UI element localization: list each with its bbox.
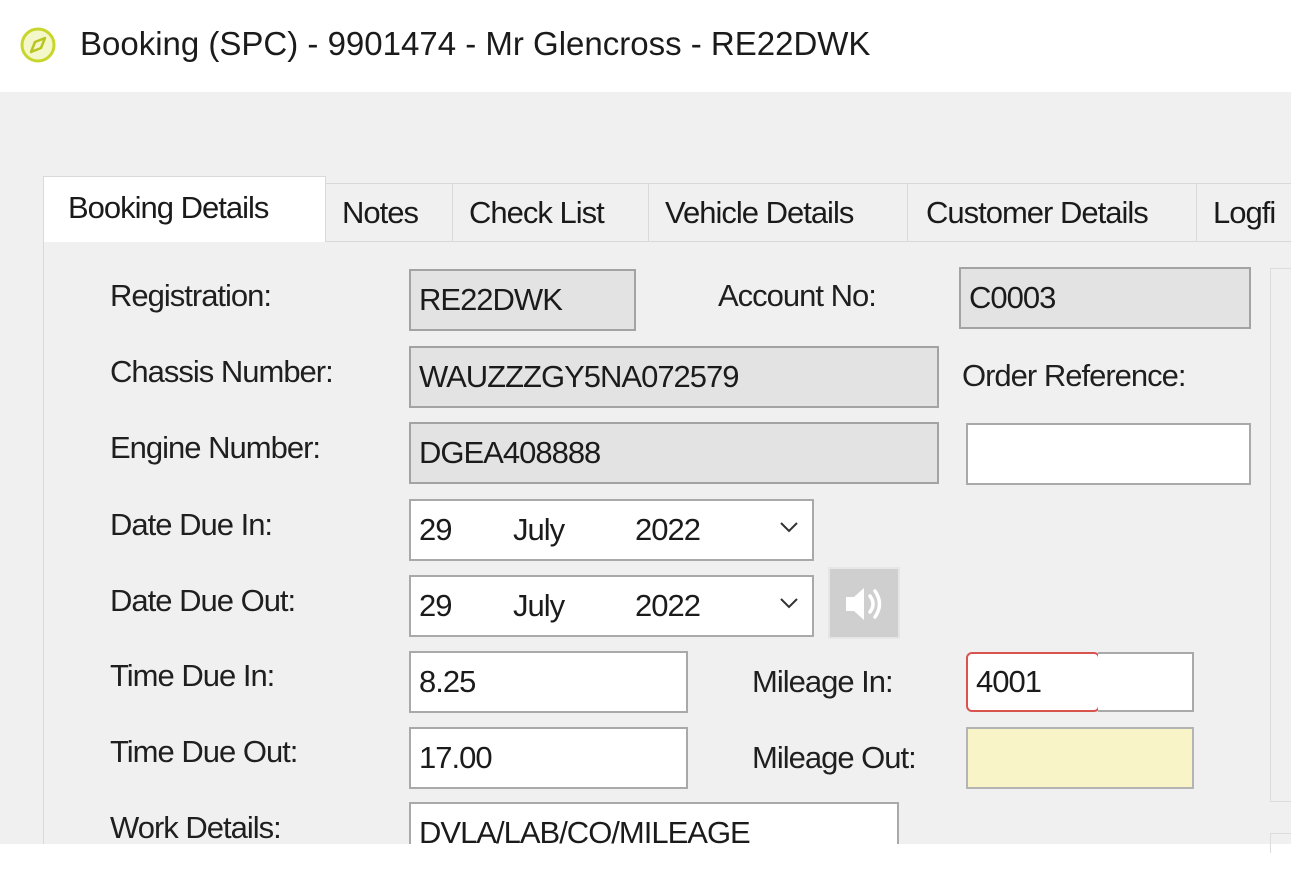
registration-field[interactable]: RE22DWK [409, 269, 636, 331]
date-due-in-label: Date Due In: [110, 507, 273, 542]
time-due-in-field[interactable]: 8.25 [409, 651, 688, 713]
time-due-out-label: Time Due Out: [110, 734, 298, 769]
tab-booking-details[interactable]: Booking Details [43, 176, 326, 242]
chassis-number-label: Chassis Number: [110, 354, 334, 389]
chevron-down-icon[interactable] [778, 595, 800, 611]
right-group-box-lower [1270, 833, 1291, 853]
title-bar: Booking (SPC) - 9901474 - Mr Glencross -… [0, 0, 1291, 92]
bottom-strip [0, 844, 1291, 889]
speaker-icon [846, 588, 882, 620]
tab-notes[interactable]: Notes [325, 183, 453, 241]
date-due-in-month: July [513, 512, 565, 547]
engine-number-label: Engine Number: [110, 430, 321, 465]
date-due-in-day: 29 [419, 512, 452, 547]
engine-number-field[interactable]: DGEA408888 [409, 422, 939, 484]
account-no-field[interactable]: C0003 [959, 267, 1251, 329]
order-reference-label: Order Reference: [962, 358, 1186, 393]
order-reference-input[interactable] [966, 423, 1251, 485]
work-details-label: Work Details: [110, 810, 281, 844]
chevron-down-icon[interactable] [778, 519, 800, 535]
chassis-number-field[interactable]: WAUZZZGY5NA072579 [409, 346, 939, 408]
window-title: Booking (SPC) - 9901474 - Mr Glencross -… [80, 25, 871, 62]
tab-vehicle-details[interactable]: Vehicle Details [648, 183, 908, 241]
date-due-in-picker[interactable]: 29 July 2022 [409, 499, 814, 561]
tab-check-list[interactable]: Check List [452, 183, 649, 241]
date-due-out-label: Date Due Out: [110, 583, 296, 618]
tab-logfile[interactable]: Logfi [1196, 183, 1291, 241]
registration-label: Registration: [110, 278, 272, 313]
speaker-button[interactable] [828, 567, 900, 639]
mileage-in-field-extension [1098, 652, 1194, 712]
date-due-out-year: 2022 [635, 588, 701, 623]
right-group-box [1270, 268, 1291, 802]
tab-customer-details[interactable]: Customer Details [907, 183, 1197, 241]
mileage-in-field[interactable]: 4001 [966, 652, 1100, 712]
date-due-out-month: July [513, 588, 565, 623]
time-due-in-label: Time Due In: [110, 658, 275, 693]
date-due-in-year: 2022 [635, 512, 701, 547]
mileage-in-label: Mileage In: [752, 664, 894, 699]
date-due-out-day: 29 [419, 588, 452, 623]
compass-icon [20, 27, 56, 63]
mileage-out-label: Mileage Out: [752, 740, 917, 775]
mileage-out-field[interactable] [966, 727, 1194, 789]
date-due-out-picker[interactable]: 29 July 2022 [409, 575, 814, 637]
time-due-out-field[interactable]: 17.00 [409, 727, 688, 789]
work-details-field[interactable]: DVLA/LAB/CO/MILEAGE [409, 802, 899, 844]
account-no-label: Account No: [718, 278, 877, 313]
